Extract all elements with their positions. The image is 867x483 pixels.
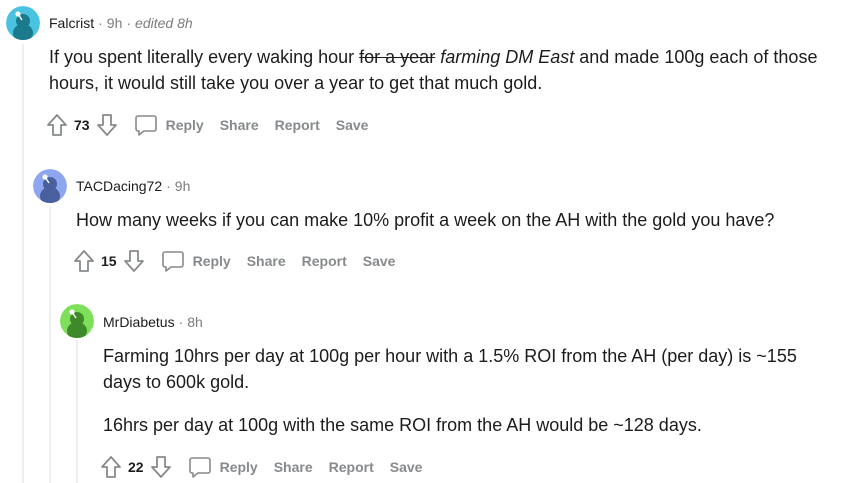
comment-paragraph: How many weeks if you can make 10% profi… — [76, 210, 775, 230]
comment-age: 9h — [106, 15, 123, 31]
share-button[interactable]: Share — [220, 117, 259, 133]
thread-line[interactable] — [76, 340, 78, 483]
author-name[interactable]: Falcrist — [49, 15, 94, 31]
comment-paragraph: If you spent literally every waking hour… — [49, 44, 849, 96]
save-button[interactable]: Save — [336, 117, 369, 133]
thread-line[interactable] — [22, 44, 24, 483]
reply-label: Reply — [219, 459, 258, 475]
comment-body: How many weeks if you can make 10% profi… — [76, 207, 856, 233]
comment-age: 9h — [174, 178, 191, 194]
body-text-segment: If you spent literally every waking hour — [49, 47, 360, 67]
thread-line[interactable] — [49, 206, 51, 483]
comment-actions: 15 Reply Share Report Save — [73, 247, 395, 275]
upvote-icon[interactable] — [46, 113, 68, 137]
author-name[interactable]: MrDiabetus — [103, 314, 175, 330]
downvote-icon[interactable] — [96, 113, 118, 137]
comment-bubble-icon — [188, 455, 212, 479]
report-button[interactable]: Report — [329, 459, 374, 475]
comment-paragraph: 16hrs per day at 100g with the same ROI … — [103, 415, 702, 435]
share-button[interactable]: Share — [274, 459, 313, 475]
reply-label: Reply — [192, 253, 231, 269]
downvote-icon[interactable] — [150, 455, 172, 479]
comment-body: If you spent literally every waking hour… — [49, 44, 849, 96]
separator-dot: · — [178, 314, 184, 330]
separator-dot: · — [166, 178, 171, 194]
save-button[interactable]: Save — [390, 459, 423, 475]
reply-label: Reply — [165, 117, 204, 133]
comment-meta: TACDacing72 · 9h — [76, 177, 190, 195]
comment-bubble-icon — [161, 249, 185, 273]
vote-score: 73 — [74, 117, 90, 133]
upvote-icon[interactable] — [73, 249, 95, 273]
author-name[interactable]: TACDacing72 — [76, 178, 162, 194]
comment-paragraph: Farming 10hrs per day at 100g per hour w… — [103, 346, 797, 392]
upvote-icon[interactable] — [100, 455, 122, 479]
save-button[interactable]: Save — [363, 253, 396, 269]
reply-button[interactable]: Reply — [161, 249, 231, 273]
comment-age: 8h — [187, 314, 203, 330]
avatar[interactable] — [33, 169, 67, 203]
reply-button[interactable]: Reply — [134, 113, 204, 137]
comment-actions: 22 Reply Share Report Save — [100, 453, 422, 481]
separator-dot: · — [98, 15, 103, 31]
comment-meta: Falcrist · 9h · edited 8h — [49, 14, 193, 32]
avatar[interactable] — [60, 304, 94, 338]
report-button[interactable]: Report — [275, 117, 320, 133]
share-button[interactable]: Share — [247, 253, 286, 269]
avatar[interactable] — [6, 6, 40, 40]
comment-meta: MrDiabetus · 8h — [103, 313, 203, 331]
reply-button[interactable]: Reply — [188, 455, 258, 479]
comment-body: Farming 10hrs per day at 100g per hour w… — [103, 343, 823, 438]
comment-actions: 73 Reply Share Report Save — [46, 111, 368, 139]
edited-label: edited 8h — [135, 15, 193, 31]
strikethrough-text: for a year — [359, 47, 436, 67]
vote-score: 22 — [128, 459, 144, 475]
comment-bubble-icon — [134, 113, 158, 137]
separator-dot: · — [126, 15, 132, 31]
italic-text: farming DM East — [440, 47, 575, 67]
downvote-icon[interactable] — [123, 249, 145, 273]
vote-score: 15 — [101, 253, 117, 269]
report-button[interactable]: Report — [302, 253, 347, 269]
